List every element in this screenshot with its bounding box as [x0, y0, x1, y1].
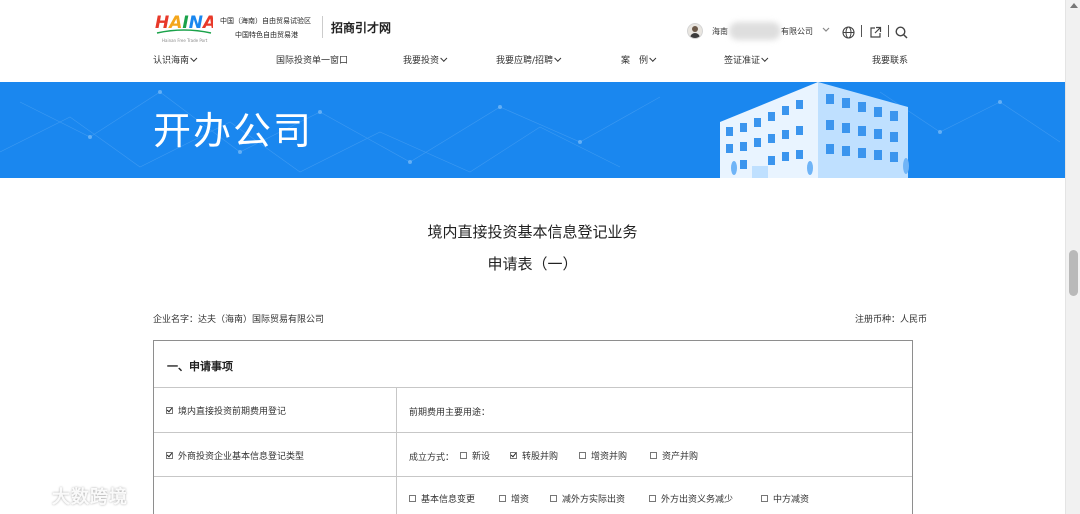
nav-label: 我要投资: [403, 56, 440, 66]
option-capital-increase-acquisition[interactable]: 增资并购: [579, 449, 627, 462]
banner-title: 开办公司: [153, 109, 314, 153]
option-basic-info-change[interactable]: 基本信息变更: [409, 492, 475, 505]
section-title: 一、申请事项: [154, 341, 912, 388]
nav-label: 我要应聘/招聘: [496, 56, 554, 66]
chevron-down-icon: [554, 54, 562, 62]
checkbox-label: 外商投资企业基本信息登记类型: [178, 452, 305, 462]
checkbox-checked[interactable]: [510, 452, 517, 459]
chevron-down-icon: [190, 54, 198, 62]
chevron-down-icon: [761, 54, 769, 62]
logo-subtitle: Hainan Free Trade Port: [162, 38, 208, 43]
establishment-method-label: 成立方式：: [409, 450, 454, 463]
currency-label: 注册币种：人民币: [854, 315, 927, 325]
table-row: 外商投资企业基本信息登记类型 成立方式： 新设 转股并购 增资并购 资产并购: [154, 433, 912, 477]
option-label: 外方出资义务减少: [661, 495, 734, 505]
option-chinese-capital-reduction[interactable]: 中方减资: [761, 492, 809, 505]
org-line-1: 中国（海南）自由贸易试验区: [220, 17, 311, 25]
scroll-up-arrow-icon[interactable]: [1070, 3, 1078, 8]
checkbox-checked[interactable]: [166, 407, 173, 414]
nav-item-visa[interactable]: 签证准证: [724, 53, 769, 66]
chevron-down-icon[interactable]: [822, 26, 830, 35]
form-title: 境内直接投资基本信息登记业务: [427, 223, 638, 241]
nav-label: 国际投资单一窗口: [276, 56, 349, 66]
user-name-redacted: [729, 22, 781, 40]
page-scrollbar[interactable]: [1065, 0, 1080, 514]
header-divider: [322, 16, 323, 38]
site-header: HAINAN Hainan Free Trade Port 中国（海南）自由贸易…: [0, 0, 1065, 82]
scrollbar-thumb[interactable]: [1069, 250, 1078, 296]
external-link-icon[interactable]: [869, 24, 882, 38]
option-label: 转股并购: [522, 452, 559, 462]
page-banner: 开办公司: [0, 82, 1065, 178]
chevron-down-icon: [649, 54, 657, 62]
option-label: 新设: [472, 452, 491, 462]
icon-separator: [888, 25, 889, 37]
option-label: 基本信息变更: [421, 495, 476, 505]
chevron-down-icon: [440, 54, 448, 62]
org-line-2: 中国特色自由贸易港: [235, 31, 298, 39]
option-asset-acquisition[interactable]: 资产并购: [650, 449, 698, 462]
building-illustration: [720, 82, 909, 178]
user-name-prefix: 海南: [712, 27, 728, 36]
checkbox-checked[interactable]: [166, 452, 173, 459]
option-label: 中方减资: [773, 495, 810, 505]
option-reduce-foreign-capital[interactable]: 减外方实际出资: [550, 492, 625, 505]
nav-label: 签证准证: [724, 56, 761, 66]
nav-item-cases[interactable]: 案 例: [621, 53, 657, 66]
nav-label: 案 例: [621, 56, 649, 66]
company-name-label: 企业名字：达夫（海南）国际贸易有限公司: [153, 315, 325, 325]
nav-item-single-window[interactable]: 国际投资单一窗口: [276, 53, 348, 66]
nav-item-contact[interactable]: 我要联系: [872, 53, 908, 66]
checkbox-pre-investment-registration[interactable]: 境内直接投资前期费用登记: [166, 404, 286, 417]
checkbox-fie-basic-info-type[interactable]: 外商投资企业基本信息登记类型: [166, 449, 304, 462]
pre-expense-usage-label: 前期费用主要用途：: [409, 405, 490, 418]
option-label: 资产并购: [662, 452, 699, 462]
table-cell: 境内直接投资前期费用登记: [154, 388, 397, 432]
option-capital-increase[interactable]: 增资: [499, 492, 529, 505]
option-label: 增资并购: [591, 452, 628, 462]
search-icon[interactable]: [895, 24, 908, 39]
application-form-table: 一、申请事项 境内直接投资前期费用登记 前期费用主要用途： 外商投资企业基本信息…: [153, 340, 913, 514]
field-label: 成立方式：: [409, 453, 455, 463]
watermark-logo-icon: [13, 483, 47, 502]
nav-item-about-hainan[interactable]: 认识海南: [153, 53, 198, 66]
user-name-suffix: 有限公司: [781, 27, 813, 36]
option-new[interactable]: 新设: [460, 449, 490, 462]
checkbox[interactable]: [460, 452, 467, 459]
site-title[interactable]: 招商引才网: [331, 19, 391, 36]
option-reduce-foreign-obligation[interactable]: 外方出资义务减少: [649, 492, 733, 505]
checkbox[interactable]: [409, 495, 416, 502]
table-cell: [154, 477, 397, 514]
nav-label: 我要联系: [872, 56, 909, 66]
option-label: 增资: [511, 495, 530, 505]
checkbox[interactable]: [499, 495, 506, 502]
checkbox[interactable]: [650, 452, 657, 459]
nav-item-invest[interactable]: 我要投资: [403, 53, 448, 66]
field-label: 前期费用主要用途：: [409, 408, 491, 418]
hainan-logo[interactable]: HAINAN Hainan Free Trade Port: [155, 10, 213, 46]
nav-item-jobs[interactable]: 我要应聘/招聘: [496, 53, 562, 66]
globe-icon[interactable]: [842, 24, 855, 39]
form-subtitle: 申请表（一）: [487, 255, 578, 273]
checkbox[interactable]: [649, 495, 656, 502]
checkbox[interactable]: [550, 495, 557, 502]
option-equity-acquisition[interactable]: 转股并购: [510, 449, 558, 462]
table-row: 基本信息变更 增资 减外方实际出资 外方出资义务减少 中方减资: [154, 477, 912, 514]
table-row: 境内直接投资前期费用登记 前期费用主要用途：: [154, 388, 912, 433]
avatar[interactable]: [687, 23, 703, 39]
icon-separator: [861, 25, 862, 37]
checkbox-label: 境内直接投资前期费用登记: [178, 407, 287, 417]
checkbox[interactable]: [579, 452, 586, 459]
nav-label: 认识海南: [153, 56, 190, 66]
watermark-text: 大数跨境: [52, 487, 128, 508]
option-label: 减外方实际出资: [562, 495, 626, 505]
table-cell: 外商投资企业基本信息登记类型: [154, 433, 397, 476]
checkbox[interactable]: [761, 495, 768, 502]
